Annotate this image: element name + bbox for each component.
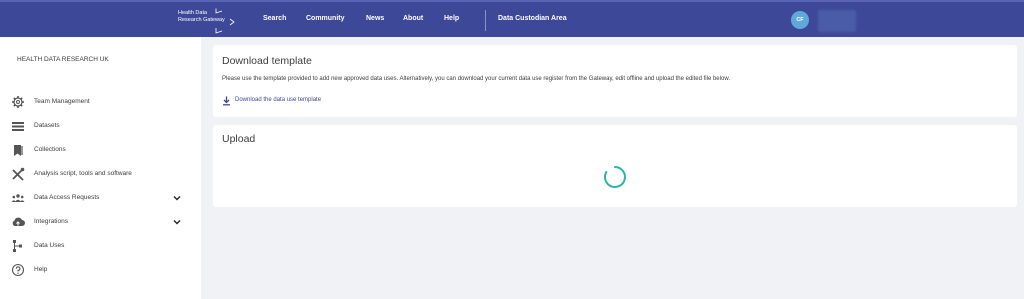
sidebar-item-label: Help	[34, 266, 48, 273]
sidebar-item-label: Analysis script, tools and software	[34, 170, 132, 177]
nav-community[interactable]: Community	[306, 15, 345, 22]
top-navigation-bar: Health Data Research Gateway Search Comm…	[0, 0, 1024, 37]
download-template-title: Download template	[222, 55, 312, 67]
logo-mark-icon	[215, 8, 235, 34]
user-avatar[interactable]: CF	[791, 11, 809, 29]
nav-search[interactable]: Search	[263, 15, 286, 22]
sidebar-item-collections[interactable]: Collections	[0, 141, 201, 159]
sidebar: HEALTH DATA RESEARCH UK Team Management …	[0, 37, 201, 299]
gear-icon	[12, 96, 24, 108]
bookmark-icon	[14, 145, 23, 156]
download-template-link-label: Download the data use template	[235, 97, 322, 103]
hierarchy-icon	[13, 240, 22, 252]
sidebar-item-label: Team Management	[34, 98, 90, 105]
sidebar-item-label: Integrations	[34, 218, 68, 225]
upload-card: Upload	[213, 125, 1017, 207]
sidebar-item-team-management[interactable]: Team Management	[0, 93, 201, 111]
sidebar-item-label: Datasets	[34, 122, 60, 129]
sidebar-item-label: Data Uses	[34, 242, 65, 249]
chevron-down-icon[interactable]	[172, 193, 182, 203]
help-icon	[11, 263, 25, 277]
sidebar-item-data-access-requests[interactable]: Data Access Requests	[0, 189, 201, 207]
nav-divider	[485, 10, 486, 31]
sidebar-item-analysis-tools[interactable]: Analysis script, tools and software	[0, 165, 201, 183]
sidebar-item-help[interactable]: Help	[0, 261, 201, 279]
sidebar-item-datasets[interactable]: Datasets	[0, 117, 201, 135]
nav-about[interactable]: About	[403, 15, 423, 22]
nav-news[interactable]: News	[366, 15, 384, 22]
gateway-logo[interactable]: Health Data Research Gateway	[178, 8, 248, 34]
nav-data-custodian-area[interactable]: Data Custodian Area	[498, 15, 567, 22]
list-icon	[12, 122, 24, 131]
tools-icon	[12, 167, 25, 181]
organisation-name: HEALTH DATA RESEARCH UK	[17, 56, 109, 63]
download-template-description: Please use the template provided to add …	[222, 76, 730, 82]
sidebar-item-label: Collections	[34, 146, 66, 153]
loading-spinner-icon	[603, 166, 626, 188]
nav-help[interactable]: Help	[444, 15, 459, 22]
sidebar-item-label: Data Access Requests	[34, 194, 100, 201]
user-name-redacted[interactable]	[818, 10, 856, 32]
download-icon	[223, 96, 230, 106]
sidebar-item-data-uses[interactable]: Data Uses	[0, 237, 201, 255]
cloud-upload-icon	[12, 217, 25, 226]
people-icon	[11, 194, 25, 202]
sidebar-item-integrations[interactable]: Integrations	[0, 213, 201, 231]
upload-title: Upload	[222, 133, 256, 145]
chevron-down-icon[interactable]	[172, 217, 182, 227]
download-template-card: Download template Please use the templat…	[213, 45, 1017, 117]
